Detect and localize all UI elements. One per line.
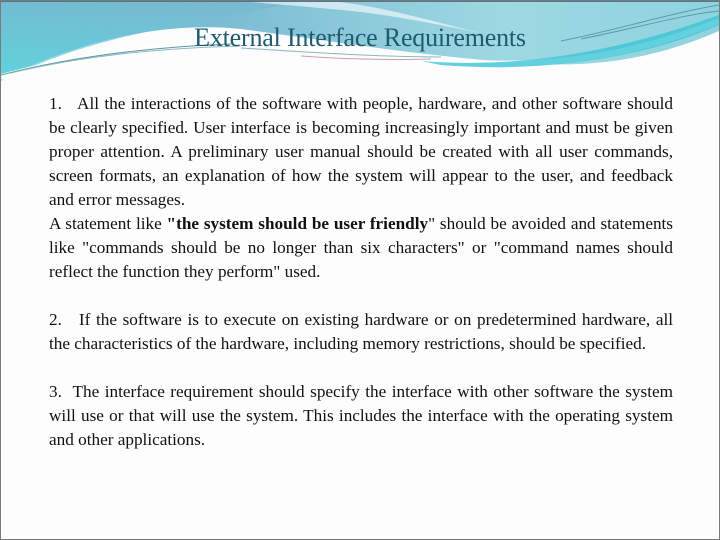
requirement-item-2: 2. If the software is to execute on exis…: [49, 308, 673, 356]
requirement-item-3: 3. The interface requirement should spec…: [49, 380, 673, 452]
slide-title: External Interface Requirements: [194, 23, 526, 52]
slide: External Interface Requirements 1. All t…: [0, 0, 720, 540]
item-number: 1.: [49, 94, 62, 113]
requirement-item-1: 1. All the interactions of the software …: [49, 92, 673, 212]
item-number: 3.: [49, 382, 62, 401]
item-text: The interface requirement should specify…: [49, 382, 673, 449]
example-text-before: A statement like: [49, 214, 167, 233]
example-text-bold: "the system should be user friendly: [166, 214, 429, 233]
requirement-item-1-example: A statement like "the system should be u…: [49, 212, 673, 284]
item-text: All the interactions of the software wit…: [49, 94, 674, 209]
item-number: 2.: [49, 310, 62, 329]
item-text: If the software is to execute on existin…: [49, 310, 673, 353]
slide-body: 1. All the interactions of the software …: [49, 92, 673, 452]
